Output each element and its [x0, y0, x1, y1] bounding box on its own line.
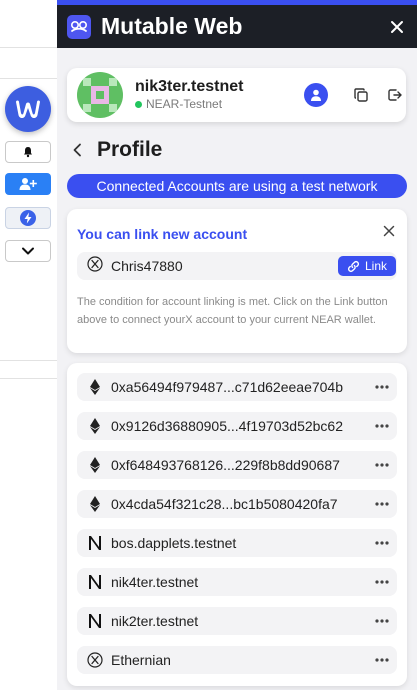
- more-options-button[interactable]: [367, 494, 397, 514]
- ethereum-icon: [87, 379, 103, 395]
- more-icon: [375, 424, 389, 428]
- back-button[interactable]: [67, 140, 87, 160]
- panel-header: Mutable Web: [57, 5, 417, 48]
- logout-button[interactable]: [383, 83, 407, 107]
- more-options-button[interactable]: [367, 416, 397, 436]
- chevron-down-icon: [22, 247, 34, 255]
- link-icon: [347, 260, 360, 272]
- link-description: The condition for account linking is met…: [77, 296, 388, 326]
- list-item[interactable]: nik4ter.testnet: [77, 568, 397, 596]
- more-options-button[interactable]: [367, 455, 397, 475]
- copy-address-button[interactable]: [349, 83, 373, 107]
- ethereum-icon: [87, 457, 103, 473]
- list-item[interactable]: nik2ter.testnet: [77, 607, 397, 635]
- account-address: nik4ter.testnet: [111, 574, 199, 590]
- more-icon: [375, 658, 389, 662]
- profile-header: Profile: [67, 135, 162, 165]
- account-address: bos.dapplets.testnet: [111, 535, 237, 551]
- more-options-button[interactable]: [367, 611, 397, 631]
- close-link-card-button[interactable]: [381, 223, 397, 239]
- more-icon: [375, 541, 389, 545]
- close-panel-button[interactable]: [387, 17, 407, 37]
- more-icon: [375, 580, 389, 584]
- ethereum-icon: [87, 496, 103, 512]
- account-card: nik3ter.testnet NEAR-Testnet: [67, 68, 406, 122]
- logout-icon: [388, 89, 402, 101]
- link-button-label: Link: [364, 259, 387, 273]
- chevron-left-icon: [73, 143, 81, 157]
- more-options-button[interactable]: [367, 572, 397, 592]
- account-name: nik3ter.testnet: [135, 78, 244, 95]
- profile-button[interactable]: [304, 83, 328, 107]
- add-user-icon: [19, 178, 37, 190]
- list-item[interactable]: 0x9126d36880905...4f19703d52bc62: [77, 412, 397, 440]
- copy-icon: [354, 88, 368, 102]
- account-address: 0xa56494f979487...c71d62eeae704b: [111, 379, 343, 395]
- more-options-button[interactable]: [367, 650, 397, 670]
- divider: [0, 47, 57, 48]
- link-account-button[interactable]: Link: [338, 256, 396, 276]
- background-page-strip: [0, 0, 57, 690]
- notifications-button[interactable]: [5, 141, 51, 163]
- more-options-button[interactable]: [367, 377, 397, 397]
- more-icon: [375, 385, 389, 389]
- bell-icon: [24, 147, 32, 158]
- account-network: NEAR-Testnet: [135, 97, 222, 111]
- divider: [0, 378, 57, 379]
- account-address: Ethernian: [111, 652, 171, 668]
- ethereum-icon: [87, 418, 103, 434]
- x-icon: [87, 652, 103, 668]
- network-label: NEAR-Testnet: [146, 97, 223, 111]
- more-icon: [375, 619, 389, 623]
- expand-toolbar-button[interactable]: [5, 240, 51, 262]
- divider: [0, 360, 57, 361]
- mutable-web-brand-icon: [67, 14, 91, 39]
- near-icon: [87, 574, 103, 590]
- account-address: nik2ter.testnet: [111, 613, 199, 629]
- avatar: [77, 72, 123, 118]
- app-title: Mutable Web: [101, 13, 243, 39]
- user-icon: [311, 89, 321, 101]
- lightning-icon: [20, 210, 36, 226]
- link-account-card: You can link new account Chris47880 Link: [67, 209, 407, 353]
- add-user-button[interactable]: [5, 173, 51, 195]
- account-address: 0x9126d36880905...4f19703d52bc62: [111, 418, 343, 434]
- test-network-banner: Connected Accounts are using a test netw…: [67, 174, 407, 198]
- w-logo-icon: [16, 100, 40, 118]
- list-item[interactable]: 0xa56494f979487...c71d62eeae704b: [77, 373, 397, 401]
- close-icon: [383, 225, 395, 237]
- account-address: 0x4cda54f321c28...bc1b5080420fa7: [111, 496, 338, 512]
- page-title: Profile: [97, 138, 163, 161]
- list-item[interactable]: Ethernian: [77, 646, 397, 674]
- link-card-title: You can link new account: [77, 226, 248, 242]
- more-icon: [375, 463, 389, 467]
- more-options-button[interactable]: [367, 533, 397, 553]
- divider: [0, 78, 57, 79]
- connected-accounts-card: 0xa56494f979487...c71d62eeae704b 0x9126d…: [67, 363, 407, 686]
- account-address: 0xf648493768126...229f8b8dd90687: [111, 457, 340, 473]
- list-item[interactable]: 0x4cda54f321c28...bc1b5080420fa7: [77, 490, 397, 518]
- close-icon: [391, 20, 403, 33]
- mutable-web-panel: Mutable Web nik3ter.testnet NEAR-Testnet: [57, 5, 417, 690]
- linkable-account-name: Chris47880: [111, 258, 183, 274]
- list-item[interactable]: bos.dapplets.testnet: [77, 529, 397, 557]
- mutable-web-logo-button[interactable]: [5, 86, 51, 132]
- lightning-button[interactable]: [5, 207, 51, 229]
- network-status-dot: [135, 100, 142, 108]
- list-item[interactable]: 0xf648493768126...229f8b8dd90687: [77, 451, 397, 479]
- x-icon: [87, 255, 103, 277]
- linkable-account-row: Chris47880 Link: [77, 252, 397, 280]
- more-icon: [375, 502, 389, 506]
- near-icon: [87, 613, 103, 629]
- near-icon: [87, 535, 103, 551]
